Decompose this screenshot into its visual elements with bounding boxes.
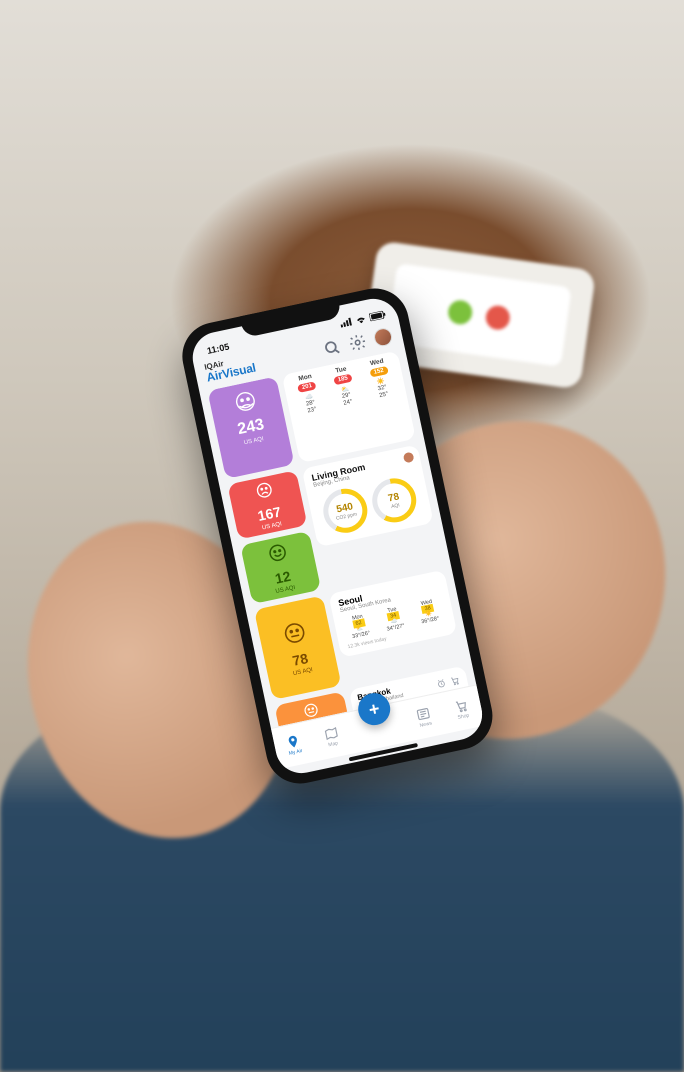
tile-green[interactable]: 12 US AQI — [240, 531, 321, 604]
neutral-face-icon — [280, 618, 310, 651]
living-room-card[interactable]: Living Room Beijing, China 540CO2 ppm 78… — [302, 444, 434, 547]
nav-news[interactable]: News — [415, 706, 433, 729]
avatar[interactable] — [372, 326, 393, 347]
sad-face-icon — [254, 479, 276, 505]
nav-map[interactable]: Map — [323, 725, 341, 748]
gauge-co2: 540CO2 ppm — [319, 485, 371, 537]
search-icon[interactable] — [322, 337, 343, 358]
main-aqi-card[interactable]: 243 US AQI — [207, 376, 294, 479]
happy-face-icon — [266, 540, 291, 569]
gear-icon[interactable] — [347, 332, 368, 353]
face-mask-icon — [229, 387, 262, 420]
tile-red[interactable]: 167 US AQI — [227, 470, 307, 539]
main-aqi-unit: US AQI — [243, 436, 264, 446]
nav-shop[interactable]: Shop — [453, 698, 471, 721]
nav-myair[interactable]: My Air — [285, 733, 303, 756]
tile-yellow[interactable]: 78 US AQI — [254, 595, 342, 700]
gauge-aqi: 78AQI — [368, 474, 420, 526]
